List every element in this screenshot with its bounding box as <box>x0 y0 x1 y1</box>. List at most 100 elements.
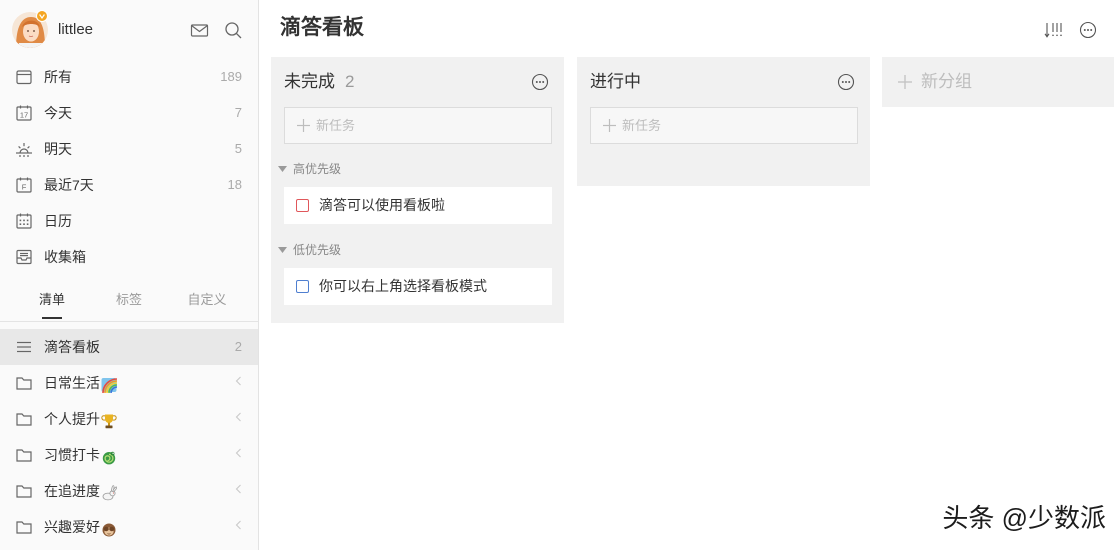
task-card[interactable]: 你可以右上角选择看板模式 <box>284 268 552 305</box>
priority-group-label: 低优先级 <box>293 243 342 257</box>
column-task-count: 2 <box>345 72 355 91</box>
chevron-left-icon[interactable] <box>235 484 242 494</box>
sidebar-divider <box>0 321 258 322</box>
task-card[interactable]: 滴答可以使用看板啦 <box>284 187 552 224</box>
calendar-day-number: 17 <box>20 111 28 120</box>
folder-icon <box>16 377 32 390</box>
smart-list-count: 5 <box>234 141 242 156</box>
new-task-input[interactable] <box>316 108 546 143</box>
folder-item-hobbies[interactable]: 兴趣爱好 <box>0 509 258 545</box>
smart-list-count: 18 <box>227 177 242 192</box>
plus-icon <box>898 75 912 89</box>
menu-icon <box>17 341 31 353</box>
smart-list-calendar[interactable]: 日历 <box>0 203 258 239</box>
active-tab-indicator <box>42 317 62 319</box>
column-header: 进行中 <box>590 71 641 93</box>
column-more-icon[interactable] <box>837 73 855 91</box>
collapse-triangle-icon <box>278 166 287 172</box>
folder-label: 兴趣爱好 <box>44 519 100 535</box>
week-calendar-icon: F <box>16 177 32 193</box>
tab-lists[interactable]: 清单 <box>39 292 65 308</box>
smart-list-tomorrow[interactable]: 明天 5 <box>0 131 258 167</box>
sidebar: littlee 所有 189 17 今天 7 明天 5 F 最近7天 18 日历… <box>0 0 259 550</box>
new-group-label: 新分组 <box>921 72 972 91</box>
task-checkbox[interactable] <box>296 199 309 212</box>
calendar-weekday-letter: F <box>22 183 27 192</box>
folder-label-wrap: 日常生活 <box>44 374 117 393</box>
kanban-column-todo: 未完成 2 高优先级 滴答可以使用看板啦 低优先级 你可以右上角选择看板模式 <box>271 57 564 323</box>
folder-icon <box>16 485 32 498</box>
chevron-left-icon[interactable] <box>235 448 242 458</box>
folder-label: 习惯打卡 <box>44 447 100 463</box>
smart-list-inbox[interactable]: 收集箱 <box>0 239 258 275</box>
list-item-kanban[interactable]: 滴答看板 2 <box>0 329 258 365</box>
sort-by-priority-icon[interactable] <box>1044 21 1066 39</box>
page-title: 滴答看板 <box>280 16 364 39</box>
new-task-field[interactable] <box>284 107 552 144</box>
inbox-icon <box>16 249 32 265</box>
folder-label-wrap: 兴趣爱好 <box>44 518 117 537</box>
add-new-group-button[interactable]: 新分组 <box>882 57 1114 107</box>
see-no-evil-monkey-emoji <box>102 523 116 537</box>
calendar-grid-icon <box>16 213 32 229</box>
new-task-field[interactable] <box>590 107 858 144</box>
smart-list-label: 收集箱 <box>44 249 86 265</box>
collapse-triangle-icon <box>278 247 287 253</box>
priority-group-header-high[interactable]: 高优先级 <box>278 161 478 177</box>
premium-badge-icon <box>36 10 48 22</box>
today-calendar-icon: 17 <box>16 105 32 121</box>
list-label: 滴答看板 <box>44 339 100 355</box>
sunrise-icon <box>16 143 32 157</box>
smart-list-label: 明天 <box>44 141 72 157</box>
task-checkbox[interactable] <box>296 280 309 293</box>
smart-list-count: 7 <box>234 105 242 120</box>
task-title: 你可以右上角选择看板模式 <box>319 278 487 294</box>
dragon-emoji <box>102 451 116 465</box>
folder-icon <box>16 413 32 426</box>
folder-label: 在追进度 <box>44 483 100 499</box>
rainbow-emoji <box>101 378 117 393</box>
folder-label-wrap: 习惯打卡 <box>44 446 117 465</box>
rabbit-emoji <box>102 485 117 501</box>
new-task-input[interactable] <box>622 108 852 143</box>
folder-label-wrap: 在追进度 <box>44 482 117 501</box>
smart-list-label: 日历 <box>44 213 72 229</box>
folder-item-habit-checkin[interactable]: 习惯打卡 <box>0 437 258 473</box>
trophy-emoji <box>101 414 117 429</box>
column-header: 未完成 2 <box>284 71 354 93</box>
mail-icon[interactable] <box>190 21 209 40</box>
smart-list-label: 所有 <box>44 69 72 85</box>
column-name: 未完成 <box>284 72 335 91</box>
folder-label: 个人提升 <box>44 411 100 427</box>
folder-icon <box>16 521 32 534</box>
priority-group-label: 高优先级 <box>293 162 342 176</box>
watermark: 头条 @少数派 <box>942 503 1106 533</box>
column-more-icon[interactable] <box>531 73 549 91</box>
more-options-icon[interactable] <box>1079 21 1097 39</box>
username[interactable]: littlee <box>58 20 93 40</box>
tab-tags[interactable]: 标签 <box>116 292 142 308</box>
column-name: 进行中 <box>590 72 641 91</box>
folder-icon <box>16 449 32 462</box>
folder-label: 日常生活 <box>44 375 100 391</box>
smart-list-today[interactable]: 17 今天 7 <box>0 95 258 131</box>
folder-item-self-improvement[interactable]: 个人提升 <box>0 401 258 437</box>
plus-icon <box>603 119 616 132</box>
task-title: 滴答可以使用看板啦 <box>319 197 445 213</box>
folder-label-wrap: 个人提升 <box>44 410 117 429</box>
tab-custom[interactable]: 自定义 <box>187 292 226 308</box>
smart-list-all[interactable]: 所有 189 <box>0 59 258 95</box>
chevron-left-icon[interactable] <box>235 520 242 530</box>
chevron-left-icon[interactable] <box>235 376 242 386</box>
folder-item-following-progress[interactable]: 在追进度 <box>0 473 258 509</box>
smart-list-next-7-days[interactable]: F 最近7天 18 <box>0 167 258 203</box>
search-icon[interactable] <box>224 21 243 40</box>
smart-list-label: 最近7天 <box>44 177 94 193</box>
list-count: 2 <box>234 339 242 354</box>
kanban-column-in-progress: 进行中 <box>577 57 870 186</box>
folder-item-daily-life[interactable]: 日常生活 <box>0 365 258 401</box>
ticktick-app-window: littlee 所有 189 17 今天 7 明天 5 F 最近7天 18 日历… <box>0 0 1120 550</box>
priority-group-header-low[interactable]: 低优先级 <box>278 242 478 258</box>
chevron-left-icon[interactable] <box>235 412 242 422</box>
all-tasks-icon <box>16 70 32 85</box>
